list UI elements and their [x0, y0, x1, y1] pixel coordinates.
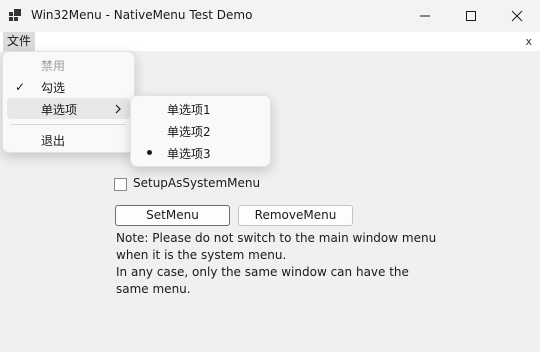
checkbox-box[interactable] [114, 178, 127, 191]
radio-submenu: 单选项1 单选项2 单选项3 [130, 95, 271, 167]
note-line: Note: Please do not switch to the main w… [116, 231, 437, 245]
menu-file[interactable]: 文件 [3, 32, 35, 51]
close-icon [511, 10, 523, 22]
menu-item-label: 单选项 [41, 103, 78, 117]
menu-item-label: 退出 [41, 134, 66, 148]
close-button[interactable] [494, 0, 540, 32]
remove-menu-button[interactable]: RemoveMenu [238, 205, 353, 226]
note-line: when it is the system menu. [116, 248, 287, 262]
maximize-button[interactable] [448, 0, 494, 32]
note-line: same menu. [116, 282, 191, 296]
minimize-icon [420, 15, 430, 17]
menu-item-label: 单选项3 [167, 147, 211, 161]
checkmark-icon: ✓ [15, 80, 26, 94]
chevron-right-icon [115, 104, 121, 114]
menu-item-disabled: 禁用 [7, 54, 130, 75]
window-title: Win32Menu - NativeMenu Test Demo [31, 8, 253, 22]
submenu-item-radio-2[interactable]: 单选项2 [135, 120, 266, 141]
app-window-icon [9, 9, 21, 21]
submenu-item-radio-1[interactable]: 单选项1 [135, 98, 266, 119]
menu-bar: 文件 x [0, 32, 540, 51]
menu-item-radio-submenu[interactable]: 单选项 [7, 98, 130, 119]
radio-bullet-icon [147, 150, 152, 155]
menu-item-label: 勾选 [41, 81, 66, 95]
note-text: Note: Please do not switch to the main w… [116, 230, 456, 298]
set-menu-button[interactable]: SetMenu [115, 205, 230, 226]
mdi-close-button[interactable]: x [525, 32, 532, 51]
file-dropdown-menu: 禁用 ✓ 勾选 单选项 退出 [2, 51, 135, 153]
title-bar[interactable]: Win32Menu - NativeMenu Test Demo [0, 0, 540, 32]
menu-separator [11, 124, 126, 125]
menu-item-label: 单选项1 [167, 103, 211, 117]
minimize-button[interactable] [402, 0, 448, 32]
menu-item-checked[interactable]: ✓ 勾选 [7, 76, 130, 97]
menu-item-label: 单选项2 [167, 125, 211, 139]
checkbox-label: SetupAsSystemMenu [133, 176, 261, 190]
menu-item-label: 禁用 [41, 59, 66, 73]
note-line: In any case, only the same window can ha… [116, 265, 409, 279]
maximize-icon [466, 11, 476, 21]
menu-item-exit[interactable]: 退出 [7, 129, 130, 150]
submenu-item-radio-3[interactable]: 单选项3 [135, 142, 266, 163]
